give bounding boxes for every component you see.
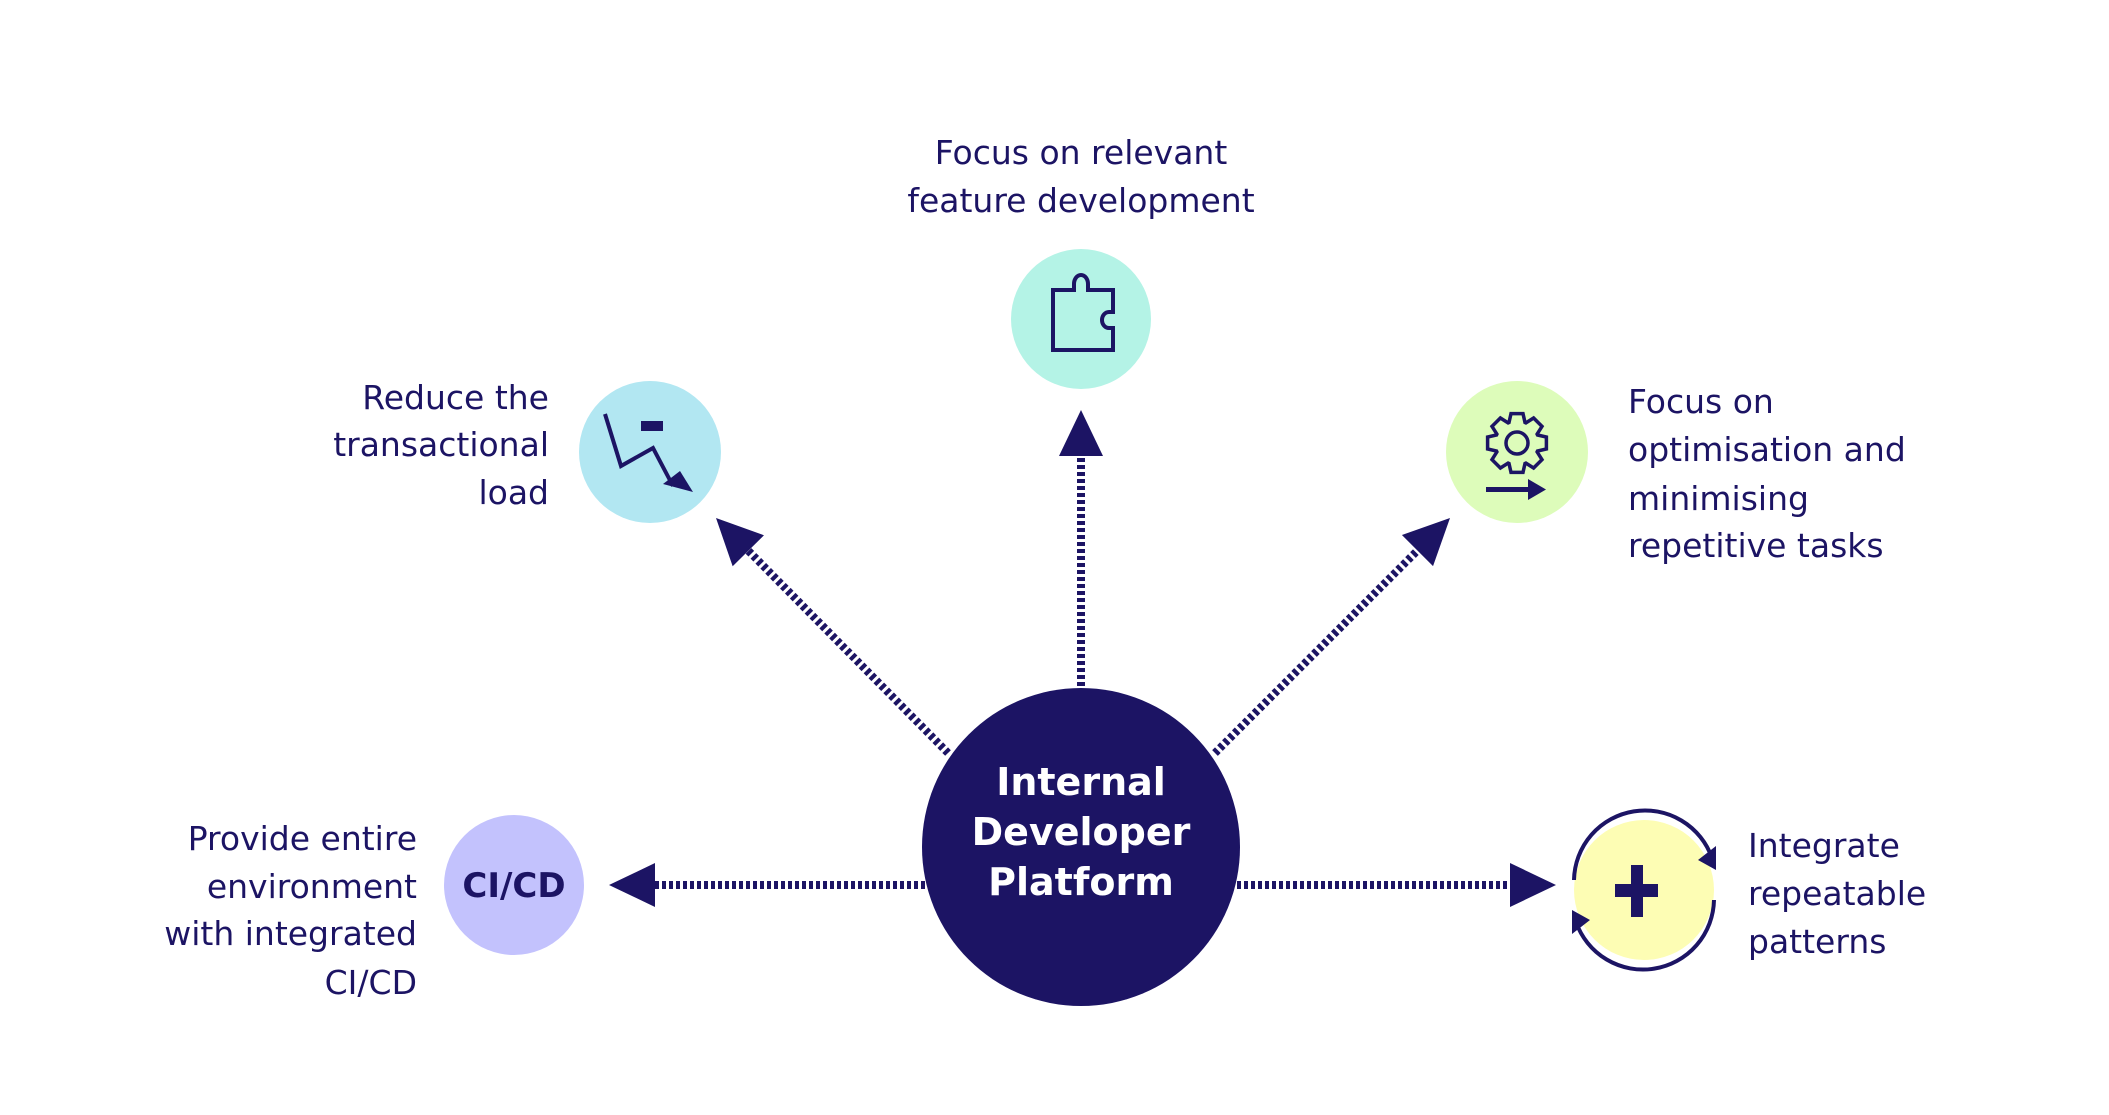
center-label-line: Developer — [972, 810, 1191, 854]
patterns-label-line: Integrate — [1748, 826, 1900, 865]
arrow-to-optimisation-line — [1212, 547, 1421, 756]
transactional-label-line: transactional — [333, 425, 549, 464]
arrow-to-transactional-head — [716, 518, 764, 567]
optimisation-label-line: minimising — [1628, 479, 1809, 518]
optimisation-label-line: Focus on — [1628, 382, 1774, 421]
patterns-label-line: patterns — [1748, 922, 1886, 961]
feature-label-line: Focus on relevant — [935, 133, 1228, 172]
feature-label-line: feature development — [907, 181, 1254, 220]
cicd-label-line: Provide entire — [188, 819, 417, 858]
cicd-label-line: CI/CD — [325, 963, 417, 1002]
arrow-to-feature-head — [1059, 410, 1103, 456]
cicd-label-line: with integrated — [164, 914, 417, 953]
center-label-line: Platform — [988, 860, 1174, 904]
optimisation-label-line: repetitive tasks — [1628, 526, 1884, 565]
center-label-line: Internal — [996, 760, 1166, 804]
idp-diagram: Internal Developer Platform Focus on rel… — [164, 133, 1926, 1006]
puzzle-circle — [1011, 249, 1151, 389]
trend-circle — [579, 381, 721, 523]
arrow-to-cicd-head — [609, 863, 655, 907]
gear-circle — [1446, 381, 1588, 523]
arrow-to-transactional-line — [745, 547, 951, 756]
optimisation-label-line: optimisation and — [1628, 430, 1906, 469]
patterns-label-line: repeatable — [1748, 874, 1926, 913]
arrow-to-patterns-head — [1510, 863, 1556, 907]
transactional-label-line: Reduce the — [362, 378, 549, 417]
cicd-label-line: environment — [207, 867, 417, 906]
transactional-label-line: load — [478, 473, 549, 512]
cicd-icon-text: CI/CD — [462, 866, 565, 906]
